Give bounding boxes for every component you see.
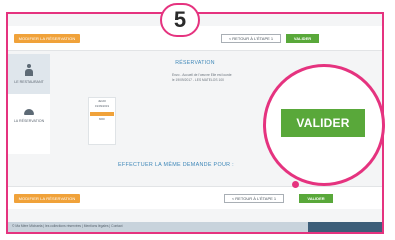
reservation-line-2: le 19/09/2017 - LES MATELOS 100	[172, 78, 224, 82]
zoom-callout: VALIDER	[263, 64, 385, 186]
sidebar-item-reservation[interactable]: LA RÉSERVATION	[8, 96, 50, 136]
modify-reservation-button-bottom[interactable]: MODIFIER LA RÉSERVATION	[14, 194, 80, 203]
reservation-details: Enzo - Accueil de l'oeuvre Elle est lour…	[172, 73, 282, 83]
panel-date: 19/09/2019	[95, 104, 109, 109]
person-icon	[25, 64, 33, 76]
step-badge: 5	[160, 3, 200, 37]
panel-day: JEUDI	[97, 99, 107, 103]
step-number: 5	[173, 7, 187, 32]
sidebar-item-restaurant[interactable]: LE RESTAURANT	[8, 54, 50, 94]
sidebar: LE RESTAURANT LA RÉSERVATION	[8, 54, 50, 154]
footer-action-bar: MODIFIER LA RÉSERVATION < RETOUR À L'ÉTA…	[8, 186, 382, 209]
sidebar-item-label: LA RÉSERVATION	[13, 119, 45, 123]
validate-button-top[interactable]: VALIDER	[286, 34, 319, 43]
panel-time: MIDI	[99, 116, 105, 121]
sidebar-item-label: LE RESTAURANT	[14, 80, 44, 84]
reservation-heading: RÉSERVATION	[175, 60, 215, 66]
validate-button-zoomed[interactable]: VALIDER	[281, 109, 365, 137]
date-panel: JEUDI 19/09/2019 MIDI	[88, 97, 116, 145]
page-footer: © Ma Mère Michaela | les collections rés…	[8, 222, 382, 232]
back-to-step-1-button-bottom[interactable]: < RETOUR À L'ÉTAPE 1	[224, 194, 284, 203]
footer-accent-block	[308, 222, 382, 232]
modify-reservation-button[interactable]: MODIFIER LA RÉSERVATION	[14, 34, 80, 43]
validate-button-bottom[interactable]: VALIDER	[299, 194, 333, 203]
dish-icon	[24, 109, 34, 115]
back-to-step-1-button[interactable]: < RETOUR À L'ÉTAPE 1	[221, 34, 281, 43]
footer-notice: © Ma Mère Michaela | les collections rés…	[12, 224, 123, 228]
panel-selected-slot[interactable]	[90, 111, 114, 116]
callout-dot	[292, 181, 299, 188]
